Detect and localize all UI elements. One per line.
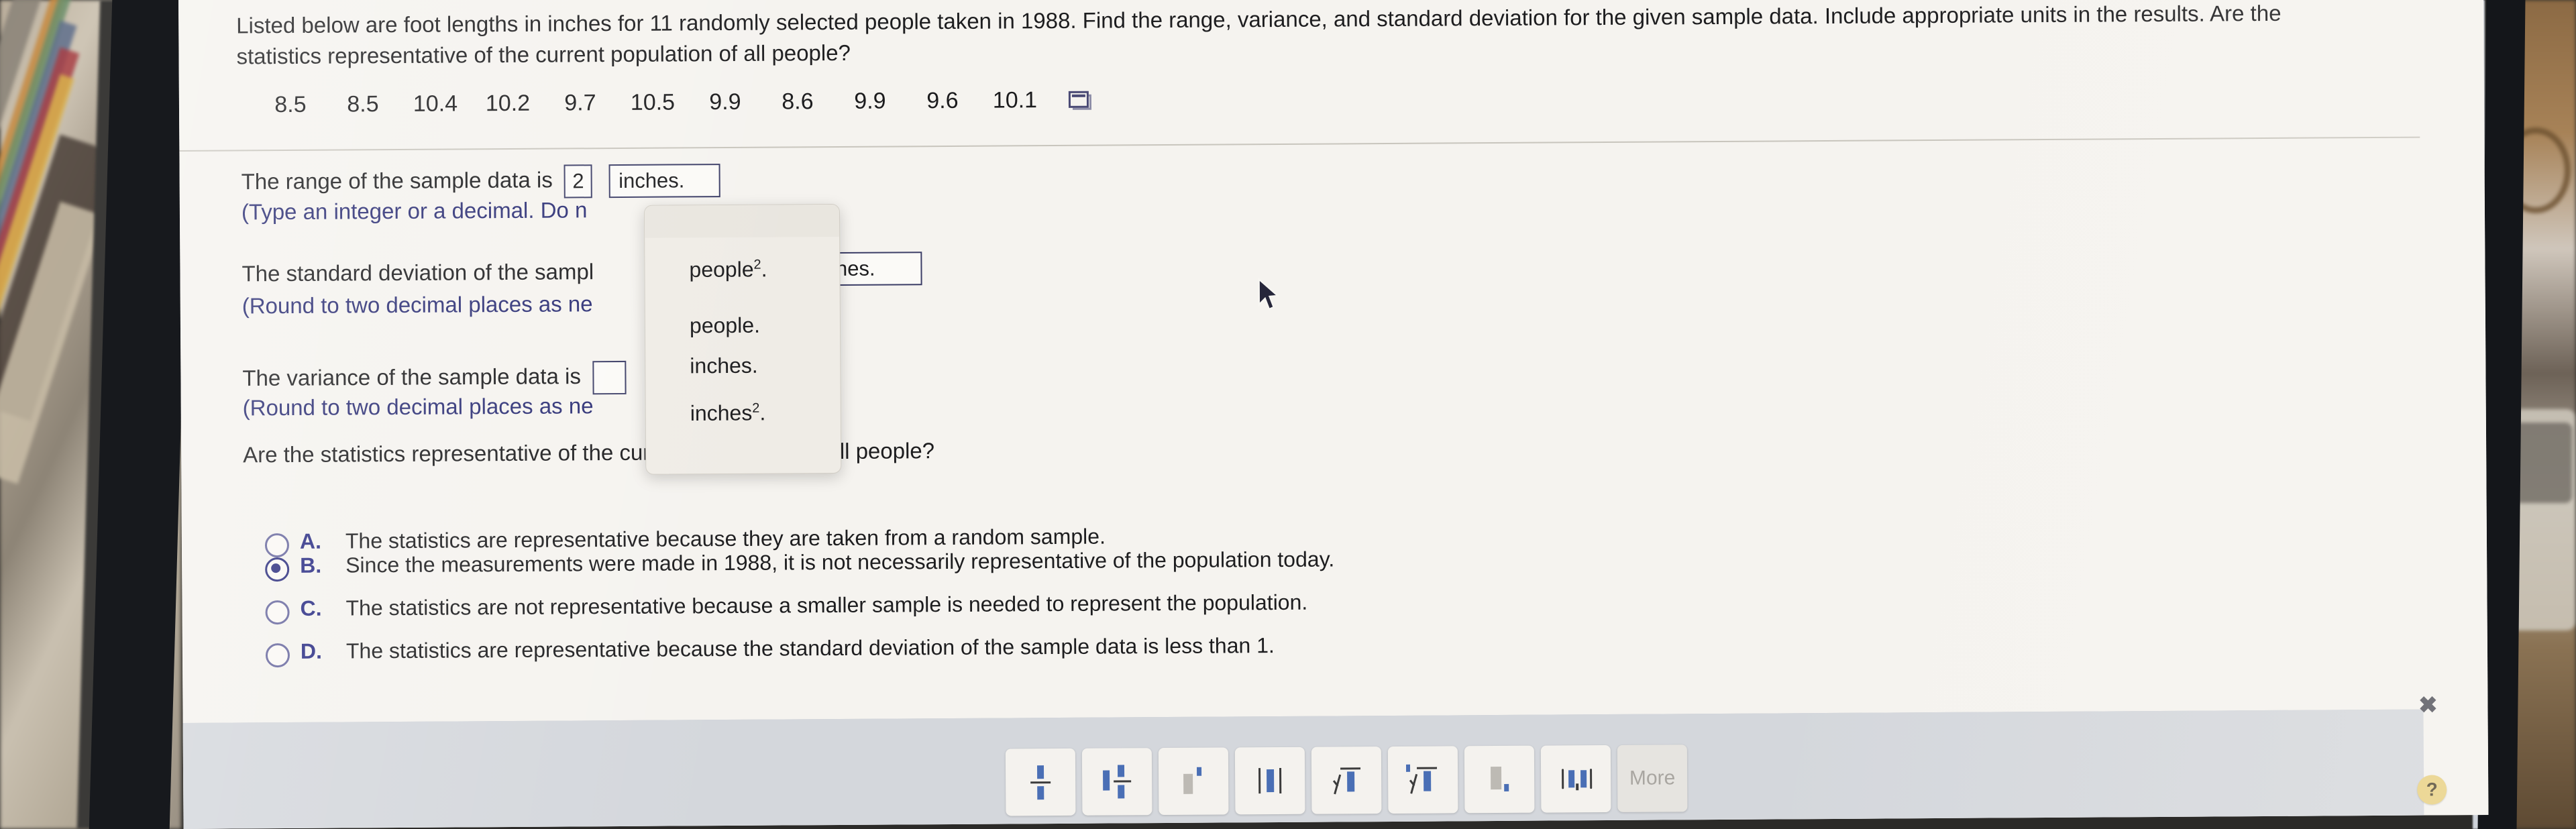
absolute-value-icon[interactable] [1234,747,1305,815]
exponent-icon[interactable] [1158,747,1229,816]
choice-letter-c: C. [300,596,322,620]
range-label: The range of the sample data is [241,167,553,195]
help-icon[interactable]: ? [2417,775,2447,805]
variance-instruction: (Round to two decimal places as ne [242,393,594,421]
sample-data-row: 8.5 8.5 10.4 10.2 9.7 10.5 9.9 8.6 9.9 9… [254,87,1092,119]
radio-button-a[interactable] [264,533,290,558]
choice-letter-a: A. [299,529,322,553]
nth-root-icon[interactable] [1387,746,1458,814]
dropdown-option-exponent: 2 [753,257,761,272]
dropdown-option-label: people. [689,313,761,338]
range-value-input[interactable]: 2 [564,164,593,199]
choice-text-b: Since the measurements were made in 1988… [345,547,1335,577]
standard-deviation-label: The standard deviation of the sampl [241,259,594,286]
data-value: 8.5 [274,91,307,118]
data-value: 8.5 [347,91,379,117]
data-value: 9.7 [564,90,596,116]
variance-answer-line: The variance of the sample data is [242,360,631,397]
dropdown-option-exponent: 2 [752,400,760,416]
dropdown-option-people-squared[interactable]: people2. [645,243,839,286]
popup-window-icon[interactable] [1068,91,1092,110]
subscript-icon[interactable] [1464,745,1535,814]
radio-button-d[interactable] [265,643,290,668]
standard-deviation-answer-line: The standard deviation of the sampl [241,259,594,286]
dropdown-option-people[interactable]: people. [645,304,840,347]
more-button[interactable]: More [1617,744,1688,812]
range-answer-line: The range of the sample data is 2 inches… [241,164,727,200]
variance-label: The variance of the sample data is [242,364,582,391]
dropdown-option-suffix: . [759,400,766,425]
close-icon[interactable]: ✖ [2416,692,2439,718]
dropdown-option-inches-squared[interactable]: inches2. [646,387,841,430]
math-palette-toolbar: More [1005,744,1688,816]
interval-notation-icon[interactable] [1540,744,1611,813]
square-root-icon[interactable] [1311,747,1382,814]
laptop-screen: Listed below are foot lengths in inches … [178,0,2489,829]
mouse-cursor [1258,277,1280,311]
dropdown-option-label: inches [690,400,753,426]
standard-deviation-instruction: (Round to two decimal places as ne [241,291,593,319]
radio-button-b[interactable] [265,557,290,582]
homework-page: Listed below are foot lengths in inches … [178,0,2489,829]
data-value: 9.6 [926,87,959,114]
data-value: 10.4 [413,91,458,117]
choice-text-d: The statistics are representative becaus… [345,633,1275,663]
range-unit-select[interactable]: inches. [608,164,721,199]
data-value: 10.1 [992,87,1038,113]
mixed-fraction-icon[interactable] [1081,748,1152,816]
data-value: 9.9 [854,88,886,114]
unit-dropdown-menu[interactable]: people2. people. inches. inches2. [643,203,842,475]
data-value: 10.2 [485,90,531,117]
data-value: 8.6 [782,89,814,115]
range-instruction: (Type an integer or a decimal. Do n [241,197,588,225]
data-value: 10.5 [630,89,676,115]
dropdown-option-label: people [689,257,754,282]
choice-letter-b: B. [300,553,322,577]
fraction-icon[interactable] [1005,748,1076,816]
variance-value-input[interactable] [592,360,627,395]
dropdown-option-inches[interactable]: inches. [645,344,840,387]
dropdown-option-label: inches. [690,353,758,378]
question-statement: Listed below are foot lengths in inches … [236,0,2430,72]
section-divider [179,136,2420,152]
data-value: 9.9 [709,89,741,115]
dropdown-cap [644,204,840,238]
dropdown-option-suffix: . [761,257,767,282]
radio-button-c[interactable] [265,600,290,625]
choice-letter-d: D. [300,639,323,663]
choice-text-c: The statistics are not representative be… [345,590,1308,620]
